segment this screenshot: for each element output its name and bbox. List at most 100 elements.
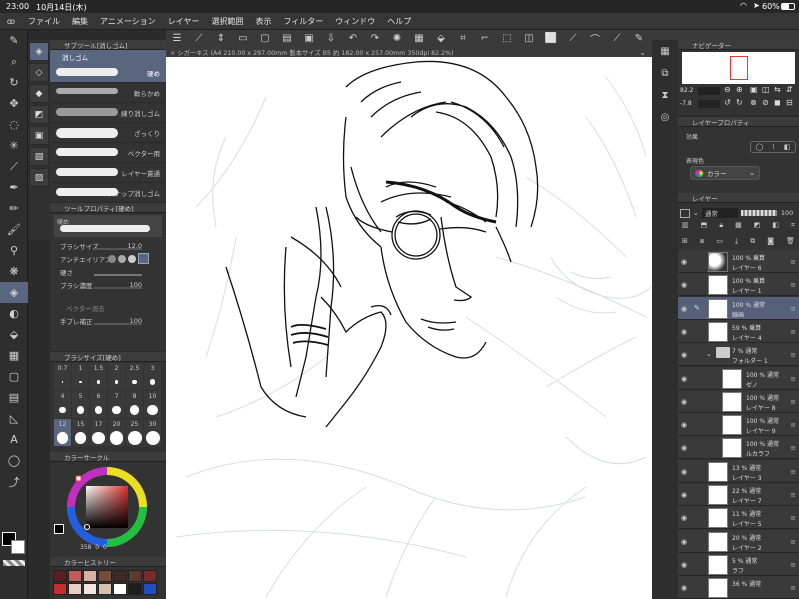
opacity-slider[interactable]	[740, 210, 777, 216]
layer-menu-icon[interactable]: ≡	[790, 468, 796, 476]
transform-icon[interactable]: ⌗	[452, 31, 474, 46]
layer-row[interactable]: ◉ 100 % 乗算 レイヤー 1 ≡	[678, 273, 799, 297]
clear-icon[interactable]: ▦	[408, 31, 430, 46]
new-vector-layer-icon[interactable]: ⧈	[700, 237, 704, 247]
blend-icon[interactable]: ◐	[0, 303, 28, 324]
zoom-out-icon[interactable]: ⊖	[724, 85, 731, 94]
subtool-item-hard[interactable]: 硬め	[50, 63, 166, 83]
color-wheel[interactable]	[66, 466, 148, 548]
text-icon[interactable]: A	[0, 429, 28, 450]
border-effect-icon[interactable]: ◯	[756, 143, 764, 151]
palette-icon[interactable]: ◧	[772, 221, 779, 231]
menu-filter[interactable]: フィルター	[277, 16, 329, 27]
layer-row[interactable]: ◉ 100 % 通常 レイヤー 9 ≡	[678, 413, 799, 437]
magic-wand-icon[interactable]: ✳	[0, 135, 28, 156]
subtool-item-snap[interactable]: スナップ消しゴム	[50, 183, 166, 203]
visibility-eye-icon[interactable]: ◉	[681, 351, 687, 359]
actual-size-icon[interactable]: ◫	[762, 85, 770, 94]
hamburger-icon[interactable]: ☰	[166, 31, 188, 46]
decoration-icon[interactable]: ❋	[0, 261, 28, 282]
sub-view-icon[interactable]: ⧉	[652, 62, 678, 84]
pen-icon[interactable]: ✒	[0, 177, 28, 198]
color-history-swatch[interactable]	[98, 570, 112, 582]
vector-erase-row[interactable]: ベクター消去	[50, 301, 166, 314]
layer-menu-icon[interactable]: ≡	[790, 328, 796, 336]
history-icon[interactable]: ⧗	[652, 84, 678, 106]
blend-dropdown-icon[interactable]: ⌄	[693, 209, 699, 217]
color-history-swatch[interactable]	[143, 583, 157, 595]
lock-alpha-icon[interactable]: ▦	[735, 221, 742, 231]
eraser-group6-icon[interactable]: ▧	[29, 147, 49, 166]
zoom-icon[interactable]: ⌕	[0, 51, 28, 72]
menu-layer[interactable]: レイヤー	[162, 16, 206, 27]
layer-menu-icon[interactable]: ≡	[790, 538, 796, 546]
brush-size-preset[interactable]: 5	[72, 391, 89, 418]
brush-size-preset[interactable]: 8	[126, 391, 143, 418]
layer-row[interactable]: ◉ 100 % 通常 ルカラフ ≡	[678, 436, 799, 460]
color-history-swatch[interactable]	[128, 583, 142, 595]
redo-icon[interactable]: ↷	[364, 31, 386, 46]
layer-row[interactable]: ◉ 20 % 通常 レイヤー 2 ≡	[678, 529, 799, 553]
visibility-eye-icon[interactable]: ◉	[681, 584, 687, 592]
eraser-icon[interactable]: ◈	[0, 282, 28, 303]
brush-size-preset[interactable]: 7	[108, 391, 125, 418]
brush-size-preset[interactable]: 6	[90, 391, 107, 418]
color-history-swatch[interactable]	[68, 583, 82, 595]
balloon-icon[interactable]: ◯	[0, 450, 28, 471]
swap-icon[interactable]: ⇕	[210, 31, 232, 46]
ruler-layer-icon[interactable]: ⌗	[791, 221, 795, 231]
color-history-swatch[interactable]	[113, 583, 127, 595]
menu-selection[interactable]: 選択範囲	[205, 16, 249, 27]
line-correct3-icon[interactable]: ⟋	[606, 31, 628, 46]
eraser-group2-icon[interactable]: ◇	[29, 63, 49, 82]
navigator-menu-icon[interactable]: ⊟	[786, 98, 793, 107]
eraser-group3-icon[interactable]: ◆	[29, 84, 49, 103]
lasso-icon[interactable]: ◌	[0, 114, 28, 135]
subtool-item-kneaded[interactable]: 練り消しゴム	[50, 103, 166, 123]
expression-color-select[interactable]: カラー ⌄	[690, 166, 760, 180]
color-history-swatch[interactable]	[53, 570, 67, 582]
color-history-swatch[interactable]	[83, 583, 97, 595]
subtool-item-vector[interactable]: ベクター用	[50, 143, 166, 163]
visibility-eye-icon[interactable]: ◉	[681, 375, 687, 383]
export-icon[interactable]: ⇩	[320, 31, 342, 46]
menu-window[interactable]: ウィンドウ	[329, 16, 381, 27]
eraser-group4-icon[interactable]: ◩	[29, 105, 49, 124]
color-history-swatch[interactable]	[83, 570, 97, 582]
subtool-item-rough[interactable]: ざっくり	[50, 123, 166, 143]
layer-menu-icon[interactable]: ≡	[790, 561, 796, 569]
brush-size-preset[interactable]: 1	[72, 363, 89, 390]
folder-expand-icon[interactable]: ⌄	[706, 350, 712, 358]
menu-file[interactable]: ファイル	[22, 16, 66, 27]
layer-row[interactable]: ◉ 13 % 通常 レイヤー 3 ≡	[678, 459, 799, 483]
crop-icon[interactable]: ⌐	[474, 31, 496, 46]
app-logo-icon[interactable]: ꝏ	[0, 17, 22, 26]
layer-row[interactable]: ◉ ⌄ 7 % 通常 フォルダー 1 ≡	[678, 343, 799, 367]
brush-size-preset[interactable]: 2	[108, 363, 125, 390]
gradient-icon[interactable]: ▦	[0, 345, 28, 366]
layer-row[interactable]: ◉ ✎ 100 % 通常 線画 ≡	[678, 296, 799, 320]
brush-size-preset[interactable]: 1.5	[90, 363, 107, 390]
fit-view-icon[interactable]: ▣	[750, 85, 758, 94]
layer-row[interactable]: ◉ 100 % 通常 ゼノ ≡	[678, 366, 799, 390]
color-history-swatch[interactable]	[98, 583, 112, 595]
brush-size-preset[interactable]: 0.7	[54, 363, 71, 390]
layer-menu-icon[interactable]: ≡	[790, 281, 796, 289]
new-icon[interactable]: ▢	[254, 31, 276, 46]
pen-small-icon[interactable]: ✎	[0, 30, 28, 51]
visibility-eye-icon[interactable]: ◉	[681, 281, 687, 289]
brush-size-preset[interactable]: 15	[72, 419, 89, 446]
subtool-item-through-layers[interactable]: レイヤー貫通	[50, 163, 166, 183]
pencil-icon[interactable]: ✏	[0, 198, 28, 219]
layer-row[interactable]: ◉ 36 % 通常 ≡	[678, 576, 799, 599]
layer-menu-icon[interactable]: ≡	[790, 258, 796, 266]
blend-mode-select[interactable]: 通常	[701, 208, 738, 218]
hardness-row[interactable]: 硬さ	[50, 265, 166, 278]
eyedropper-icon[interactable]: ⟋	[0, 156, 28, 177]
tone-effect-icon[interactable]: ⁞	[772, 143, 774, 151]
color-history-swatch[interactable]	[68, 570, 82, 582]
menu-view[interactable]: 表示	[249, 16, 277, 27]
navigator-preview[interactable]	[682, 52, 795, 84]
brush-size-preset[interactable]: 20	[108, 419, 125, 446]
flip-v-icon[interactable]: ⇵	[786, 85, 793, 94]
